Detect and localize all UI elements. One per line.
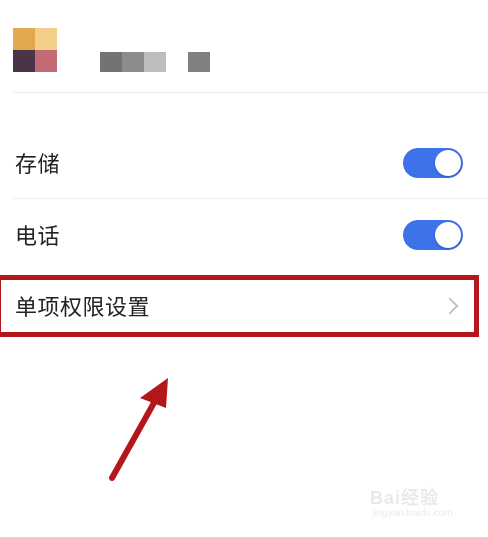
header-divider: [13, 92, 488, 93]
single-permission-settings-row[interactable]: 单项权限设置: [0, 275, 488, 343]
app-name-blurred: [100, 52, 166, 72]
icon-tile: [13, 50, 35, 72]
icon-tile: [35, 50, 57, 72]
app-name-blurred: [57, 52, 75, 72]
app-icon: [13, 28, 57, 72]
app-header: [0, 0, 488, 92]
icon-tile: [35, 28, 57, 50]
permission-row-phone[interactable]: 电话: [0, 200, 488, 270]
permission-row-storage[interactable]: 存储: [0, 128, 488, 198]
storage-toggle[interactable]: [403, 148, 463, 178]
permission-label: 存储: [15, 153, 61, 178]
single-permission-label: 单项权限设置: [15, 296, 151, 321]
icon-tile: [13, 28, 35, 50]
permission-label: 电话: [15, 225, 61, 250]
toggle-knob: [435, 150, 461, 176]
row-divider: [13, 198, 488, 199]
app-name-blurred: [188, 52, 210, 72]
toggle-knob: [435, 222, 461, 248]
watermark-url: jingyan.baidu.com: [372, 508, 453, 519]
baidu-jingyan-watermark: Bai经验 jingyan.baidu.com: [370, 484, 470, 524]
phone-toggle[interactable]: [403, 220, 463, 250]
watermark-text: Bai经验: [370, 488, 440, 508]
